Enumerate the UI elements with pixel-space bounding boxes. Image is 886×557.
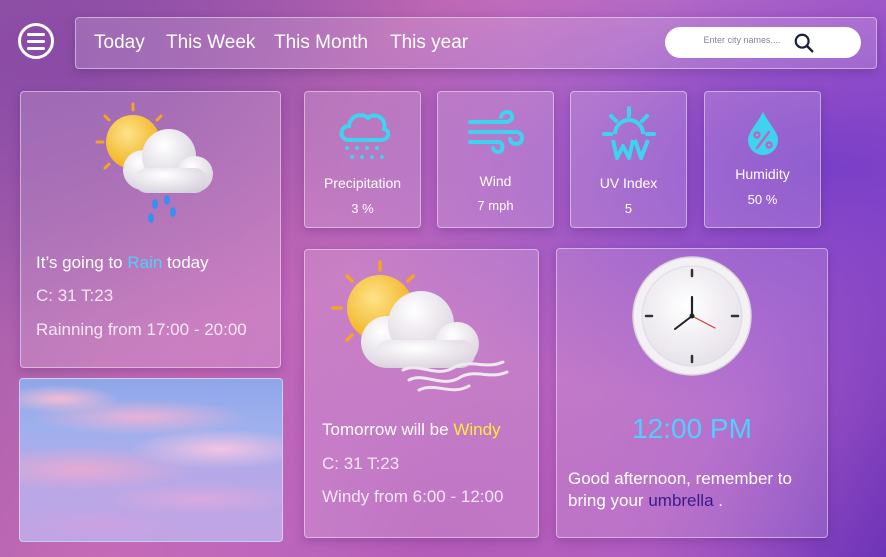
stat-label: Precipitation — [323, 175, 402, 191]
sun-cloud-rain-icon — [95, 102, 213, 223]
greeting-highlight: umbrella — [648, 491, 714, 510]
stat-card-wind: Wind 7 mph — [437, 91, 554, 228]
stat-value: 3 % — [351, 201, 374, 216]
stat-card-precipitation: Precipitation 3 % — [304, 91, 421, 228]
tab-today[interactable]: Today — [94, 32, 145, 54]
analog-clock-icon — [632, 256, 752, 376]
current-time: 12:00 PM — [632, 413, 752, 444]
humidity-drop-icon — [747, 112, 778, 155]
stat-label: Humidity — [735, 166, 790, 182]
clock-card: 12:00 PM Good afternoon, remember to bri… — [556, 248, 828, 538]
sky-photo — [19, 378, 283, 542]
tomorrow-detail: Windy from 6:00 - 12:00 — [322, 487, 504, 506]
tab-this-year[interactable]: This year — [390, 32, 468, 54]
tomorrow-headline: Tomorrow will be Windy — [322, 420, 501, 440]
wind-icon — [467, 109, 524, 155]
today-temps: C: 31 T:23 — [36, 286, 114, 305]
greeting-post: . — [713, 491, 723, 510]
today-headline-post: today — [162, 253, 209, 272]
today-condition: Rain — [127, 253, 163, 272]
stat-value: 5 — [624, 201, 633, 216]
greeting-message: Good afternoon, remember to bring your u… — [568, 468, 818, 512]
sun-cloud-wind-icon — [331, 260, 509, 392]
tomorrow-condition: Windy — [453, 420, 501, 439]
tomorrow-headline-pre: Tomorrow will be — [322, 420, 454, 439]
today-headline: It’s going to Rain today — [36, 253, 209, 273]
menu-bar — [27, 39, 45, 43]
today-detail: Rainning from 17:00 - 20:00 — [36, 320, 247, 339]
menu-bar — [27, 46, 45, 50]
today-forecast-card: It’s going to Rain today C: 31 T:23 Rain… — [20, 91, 281, 368]
top-navigation-bar: Today This Week This Month This year — [75, 17, 877, 69]
stat-card-uv-index: UV Index 5 — [570, 91, 687, 228]
sun-uv-icon — [601, 106, 656, 160]
stat-label: Wind — [479, 173, 512, 189]
tomorrow-temps: C: 31 T:23 — [322, 454, 400, 473]
search-box — [665, 27, 861, 58]
stat-value: 50 % — [747, 192, 778, 207]
menu-button[interactable] — [18, 23, 54, 59]
menu-bar — [27, 32, 45, 36]
rain-cloud-icon — [339, 113, 390, 159]
search-icon[interactable] — [793, 32, 815, 54]
today-headline-pre: It’s going to — [36, 253, 128, 272]
tab-this-week[interactable]: This Week — [166, 32, 255, 54]
stat-card-humidity: Humidity 50 % — [704, 91, 821, 228]
city-search-input[interactable] — [675, 34, 809, 46]
stat-label: UV Index — [599, 175, 658, 191]
tomorrow-forecast-card: Tomorrow will be Windy C: 31 T:23 Windy … — [304, 249, 539, 538]
stat-value: 7 mph — [477, 198, 514, 213]
tab-this-month[interactable]: This Month — [274, 32, 368, 54]
